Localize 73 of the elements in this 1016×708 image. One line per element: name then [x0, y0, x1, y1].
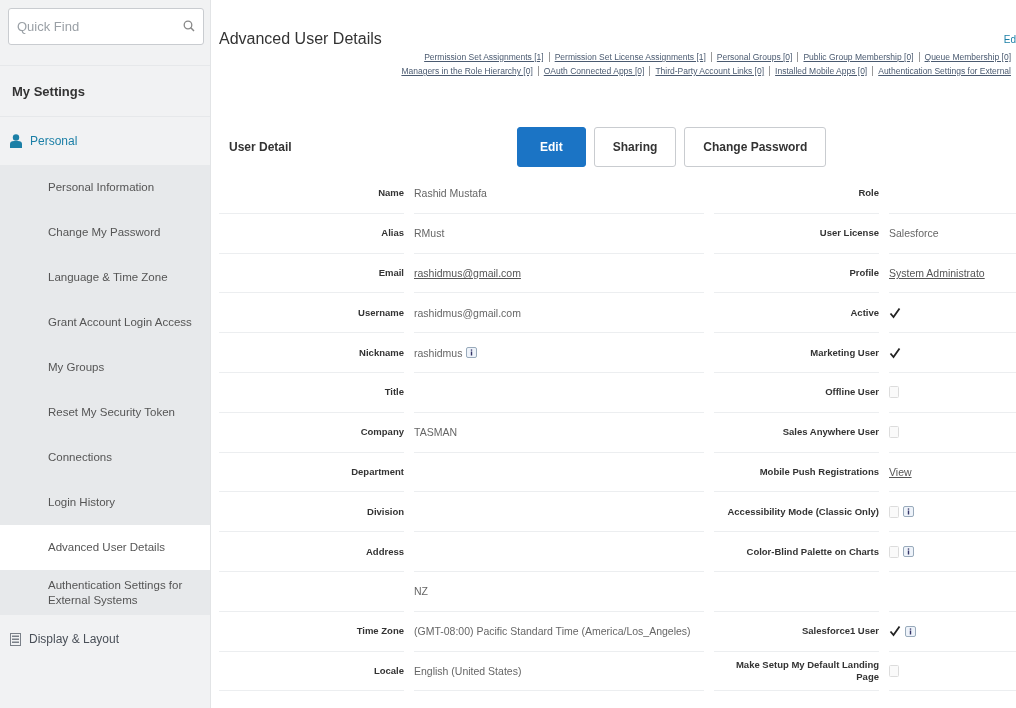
list-icon	[10, 632, 21, 646]
field-label: Email	[378, 267, 404, 279]
field-link[interactable]: System Administrato	[889, 267, 985, 279]
primary-button[interactable]: Edit	[517, 127, 586, 167]
person-icon	[10, 134, 22, 148]
related-list-link[interactable]: Managers in the Role Hierarchy [0]	[396, 66, 538, 76]
field-link[interactable]: View	[889, 465, 912, 478]
related-list-link[interactable]: Public Group Membership [0]	[797, 52, 919, 62]
field-value: rashidmus	[414, 346, 463, 359]
sidebar-item[interactable]: Connections	[0, 435, 210, 480]
field-label: Marketing User	[810, 346, 879, 359]
sidebar-item[interactable]: Authentication Settings for External Systems	[0, 570, 210, 615]
related-list-link[interactable]: Personal Groups [0]	[710, 52, 798, 62]
action-button[interactable]: Sharing	[593, 127, 677, 167]
related-list-link[interactable]: OAuth Connected Apps [0]	[537, 66, 650, 76]
field-label: Active	[850, 306, 879, 319]
field-value: English (United States)	[414, 664, 522, 677]
field-value: RMust	[414, 227, 445, 240]
sidebar-item[interactable]: Personal Information	[0, 165, 210, 210]
field-value: Rashid Mustafa	[414, 187, 487, 200]
related-list-link[interactable]: Queue Membership [0]	[918, 52, 1016, 62]
field-label: Salesforce1 User	[801, 625, 879, 638]
section-title: User Detail	[229, 140, 293, 154]
field-label: User License	[819, 227, 879, 240]
search-icon	[183, 20, 195, 32]
related-list-link[interactable]: Permission Set License Assignments [1]	[548, 52, 711, 62]
field-value: (GMT-08:00) Pacific Standard Time (America/Los_Angeles)	[414, 625, 691, 638]
sidebar-item[interactable]: Grant Account Login Access	[0, 300, 210, 345]
sidebar-item[interactable]: Language & Time Zone	[0, 255, 210, 300]
field-label: Address	[366, 545, 404, 558]
info-icon[interactable]	[466, 347, 478, 359]
field-label: Time Zone	[356, 625, 404, 638]
field-label: Division	[367, 505, 404, 518]
related-list-link[interactable]: Third-Party Account Links [0]	[649, 66, 770, 76]
field-label: Profile	[849, 267, 879, 279]
field-label: Mobile Push Registrations	[759, 465, 879, 478]
sidebar-item[interactable]: Reset My Security Token	[0, 390, 210, 435]
field-label: Company	[360, 426, 404, 439]
sidebar-item[interactable]: Advanced User Details	[0, 525, 210, 570]
field-label: Accessibility Mode (Classic Only)	[727, 505, 879, 518]
info-icon[interactable]	[905, 625, 916, 637]
field-label: Department	[351, 465, 404, 478]
field-label: Title	[384, 386, 404, 399]
info-icon[interactable]	[903, 546, 914, 558]
field-label: Alias	[381, 227, 404, 240]
field-label: Make Setup My Default Landing Page	[734, 658, 879, 683]
page-title: Advanced User Details	[219, 30, 382, 48]
related-list-link[interactable]: Authentication Settings for External	[872, 66, 1016, 76]
field-link[interactable]: rashidmus@gmail.com	[414, 267, 521, 279]
quick-find-field[interactable]: Quick Find	[8, 8, 204, 45]
field-label: Nickname	[359, 346, 404, 359]
field-value: Salesforce	[889, 227, 939, 240]
field-label: Sales Anywhere User	[782, 426, 879, 439]
section-heading: My Settings	[0, 65, 210, 117]
related-list-link[interactable]: Installed Mobile Apps [0]	[769, 66, 873, 76]
sidebar-section[interactable]: Display & Layout	[0, 615, 210, 663]
sidebar-item[interactable]: Change My Password	[0, 210, 210, 255]
field-label: Color-Blind Palette on Charts	[746, 545, 879, 558]
field-value: rashidmus@gmail.com	[414, 306, 521, 319]
corner-link[interactable]: Ed	[1003, 33, 1016, 45]
field-label: Username	[358, 306, 404, 319]
field-label: Name	[378, 187, 404, 200]
field-value: NZ	[414, 585, 428, 598]
sidebar-item[interactable]: My Groups	[0, 345, 210, 390]
field-label: Role	[858, 187, 879, 200]
sidebar-item[interactable]: Login History	[0, 480, 210, 525]
action-button[interactable]: Change Password	[684, 127, 827, 167]
related-list-link[interactable]: Permission Set Assignments [1]	[419, 52, 549, 62]
info-icon[interactable]	[903, 506, 914, 518]
field-label: Offline User	[825, 386, 879, 399]
field-value: TASMAN	[414, 426, 457, 439]
sidebar-section[interactable]: Personal	[0, 117, 210, 165]
field-label: Locale	[373, 664, 404, 677]
